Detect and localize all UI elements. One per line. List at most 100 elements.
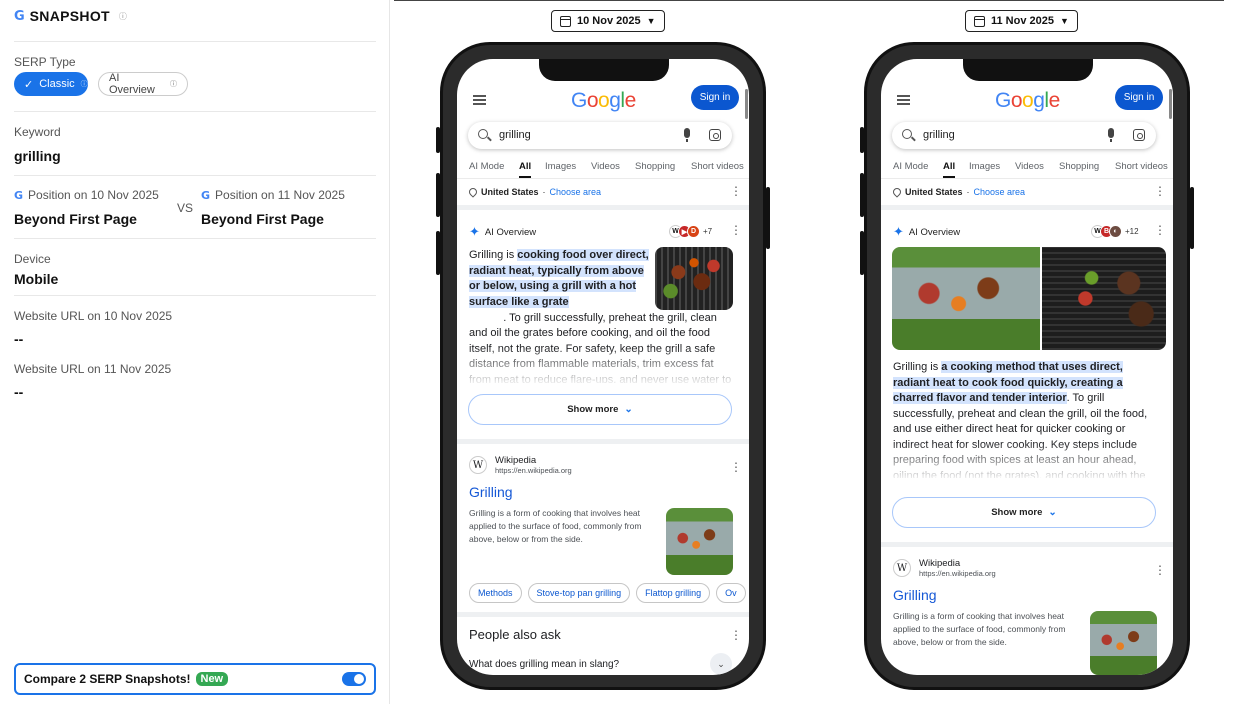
tab-ai-mode[interactable]: AI Mode [469,161,504,172]
serp-screen-1: Google Sign in grilling AI Mode All Imag… [457,59,749,675]
section-separator [881,542,1173,547]
search-input[interactable]: grilling [468,122,732,149]
chevron-down-icon: ⌄ [624,404,633,415]
source-avatars[interactable]: W ▶ D +7 [669,225,712,238]
date-select-2[interactable]: 11 Nov 2025 ▼ [965,10,1078,32]
tab-images[interactable]: Images [969,161,1000,172]
more-vert-icon[interactable]: ⋮ [1154,185,1166,197]
source-count: +12 [1125,227,1139,236]
website-url-label-1: Website URL on 10 Nov 2025 [14,309,173,323]
tab-shopping[interactable]: Shopping [635,161,675,172]
tab-all[interactable]: All [519,161,532,178]
sidebar: G SNAPSHOT ⓘ SERP Type ✓ Classic ⓘ AI Ov… [0,0,390,704]
result-title-link[interactable]: Grilling [469,484,513,500]
paa-question[interactable]: What does grilling mean in slang? [469,659,619,670]
chip-row: Methods Stove-top pan grilling Flattop g… [469,583,746,603]
search-tabs: AI Mode All Images Videos Shopping Short… [881,157,1173,179]
lens-camera-icon[interactable] [709,129,721,141]
search-query: grilling [923,129,955,141]
result-thumbnail[interactable] [1090,611,1157,675]
ai-overview-label: AI Overview [484,226,537,238]
more-vert-icon[interactable]: ⋮ [730,629,742,641]
ai-overview-image-1[interactable] [892,247,1040,350]
result-source[interactable]: W Wikipedia https://en.wikipedia.org [893,558,996,578]
show-more-button[interactable]: Show more ⌄ [468,394,732,425]
more-vert-icon[interactable]: ⋮ [1154,224,1166,236]
search-query: grilling [499,129,531,141]
ai-overview-image-2[interactable] [1042,247,1166,350]
result-snippet: Grilling is a form of cooking that invol… [469,508,642,544]
section-separator [457,205,749,210]
source-avatars[interactable]: W B ◐ +12 [1091,225,1139,238]
chevron-down-icon[interactable]: ⌄ [710,653,732,675]
phone-notch [539,59,669,81]
show-more-button[interactable]: Show more ⌄ [892,497,1156,528]
location-pin-icon [891,186,903,198]
chevron-down-icon: ⌄ [1048,507,1057,518]
menu-icon[interactable] [473,95,486,105]
more-vert-icon[interactable]: ⋮ [730,224,742,236]
section-separator [881,205,1173,210]
ai-overview-intro: Grilling is [893,361,942,373]
tab-images[interactable]: Images [545,161,576,172]
serp-type-label: SERP Type [14,55,76,69]
tab-short-videos[interactable]: Short videos [1115,161,1168,172]
result-snippet: Grilling is a form of cooking that invol… [893,611,1066,647]
compare-toggle[interactable] [342,672,366,686]
menu-icon[interactable] [897,95,910,105]
lens-camera-icon[interactable] [1133,129,1145,141]
phone-notch [963,59,1093,81]
date-select-1[interactable]: 10 Nov 2025 ▼ [551,10,665,32]
sign-in-button[interactable]: Sign in [1115,85,1163,110]
chip-flattop[interactable]: Flattop grilling [636,583,711,603]
tab-short-videos[interactable]: Short videos [691,161,744,172]
chip-more[interactable]: Ov [716,583,746,603]
sign-in-button[interactable]: Sign in [691,85,739,110]
info-icon: ⓘ [170,81,177,88]
result-title-link[interactable]: Grilling [893,587,937,603]
more-vert-icon[interactable]: ⋮ [1154,564,1166,576]
section-separator [457,612,749,617]
tab-videos[interactable]: Videos [591,161,620,172]
result-thumbnail[interactable] [666,508,733,575]
keyword-value: grilling [14,148,61,164]
tab-all[interactable]: All [943,161,956,178]
more-vert-icon[interactable]: ⋮ [730,461,742,473]
ai-overview-label: AI Overview [908,226,961,238]
chevron-down-icon: ▼ [1060,16,1069,26]
microphone-icon[interactable] [1108,128,1114,142]
result-source[interactable]: W Wikipedia https://en.wikipedia.org [469,455,572,475]
info-icon: ⓘ [80,81,88,88]
calendar-icon [560,15,571,27]
source-favicon-icon: ◐ [1109,225,1122,238]
choose-area-link[interactable]: Choose area [550,187,602,197]
info-icon[interactable]: ⓘ [119,11,127,22]
search-input[interactable]: grilling [892,122,1156,149]
wikipedia-icon: W [893,559,911,577]
calendar-icon [974,15,985,27]
chip-stove-top[interactable]: Stove-top pan grilling [527,583,631,603]
serp-type-classic-button[interactable]: ✓ Classic ⓘ [14,72,88,96]
compare-snapshots-toggle-row[interactable]: Compare 2 SERP Snapshots! New [14,663,376,695]
more-vert-icon[interactable]: ⋮ [730,185,742,197]
choose-area-link[interactable]: Choose area [974,187,1026,197]
chip-methods[interactable]: Methods [469,583,522,603]
tab-ai-mode[interactable]: AI Mode [893,161,928,172]
serp-type-ai-overview-button[interactable]: AI Overview ⓘ [98,72,188,96]
google-logo: Google [571,89,636,112]
source-favicon-icon: D [687,225,700,238]
search-icon [902,129,912,139]
location-bar: United States · Choose area [891,186,1026,198]
text-fade [457,347,749,387]
keyword-label: Keyword [14,125,61,139]
result-url: https://en.wikipedia.org [495,466,572,475]
app-title: SNAPSHOT [29,8,110,24]
tab-videos[interactable]: Videos [1015,161,1044,172]
serp-screen-2: Google Sign in grilling AI Mode All Imag… [881,59,1173,675]
microphone-icon[interactable] [684,128,690,142]
location-separator: · [966,187,970,197]
result-url: https://en.wikipedia.org [919,569,996,578]
divider [14,111,376,112]
show-more-label: Show more [567,404,619,415]
tab-shopping[interactable]: Shopping [1059,161,1099,172]
